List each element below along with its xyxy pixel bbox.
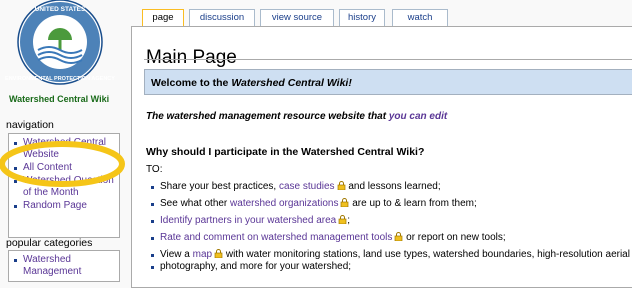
- welcome-text: Welcome to the Watershed Central Wiki!: [151, 77, 352, 89]
- welcome-banner: Welcome to the Watershed Central Wiki!: [144, 69, 632, 95]
- epa-logo[interactable]: UNITED STATES ENVIRONMENTAL PROTECTION A…: [0, 0, 124, 103]
- site-caption[interactable]: Watershed Central Wiki: [9, 94, 109, 104]
- popular-categories-box: Watershed Management: [8, 250, 120, 282]
- why-heading: Why should I participate in the Watershe…: [146, 146, 425, 158]
- tab-history[interactable]: history: [339, 9, 385, 26]
- seal-text-bottom: ENVIRONMENTAL PROTECTION AGENCY: [5, 76, 115, 82]
- tagline: The watershed management resource websit…: [146, 111, 448, 122]
- welcome-wiki-name: Watershed Central Wiki!: [231, 77, 352, 89]
- navigation-box: Watershed Central Website All Content Wa…: [8, 133, 120, 238]
- to-label: TO:: [146, 164, 163, 175]
- sidebar: UNITED STATES ENVIRONMENTAL PROTECTION A…: [0, 0, 124, 282]
- identify-partners-link[interactable]: Identify partners in your watershed area: [160, 215, 336, 226]
- nav-item-random-page[interactable]: Random Page: [13, 200, 119, 212]
- list-item: Rate and comment on watershed management…: [150, 232, 630, 244]
- case-studies-link[interactable]: case studies: [279, 181, 335, 192]
- watershed-organizations-link[interactable]: watershed organizations: [230, 198, 338, 209]
- lock-icon: [395, 232, 403, 241]
- content-area: Main Page Welcome to the Watershed Centr…: [131, 26, 632, 288]
- tab-view-source[interactable]: view source: [260, 9, 334, 26]
- title-divider: [144, 59, 632, 60]
- tab-page[interactable]: page: [142, 9, 184, 26]
- seal-text-top: UNITED STATES: [35, 6, 86, 13]
- rate-tools-link[interactable]: Rate and comment on watershed management…: [160, 232, 392, 243]
- tab-discussion[interactable]: discussion: [189, 9, 255, 26]
- list-item: See what other watershed organizations a…: [150, 198, 630, 210]
- lock-icon: [338, 215, 347, 224]
- list-item: Share your best practices, case studies …: [150, 181, 630, 193]
- popular-categories-title: popular categories: [6, 237, 93, 249]
- epa-seal-icon: UNITED STATES ENVIRONMENTAL PROTECTION A…: [5, 0, 115, 85]
- nav-item-watershed-central-website[interactable]: Watershed Central Website: [13, 137, 119, 161]
- you-can-edit-link[interactable]: you can edit: [389, 111, 447, 122]
- page-title: Main Page: [146, 46, 237, 68]
- lock-icon: [337, 181, 345, 190]
- reasons-list: Share your best practices, case studies …: [150, 181, 630, 278]
- list-item: View a map with water monitoring station…: [150, 249, 630, 261]
- navigation-title: navigation: [6, 119, 54, 131]
- list-item: Identify partners in your watershed area…: [150, 215, 630, 227]
- nav-item-all-content[interactable]: All Content: [13, 162, 119, 174]
- category-item-watershed-management[interactable]: Watershed Management: [13, 254, 119, 278]
- tab-watch[interactable]: watch: [392, 9, 448, 26]
- lock-icon: [214, 249, 223, 258]
- map-link[interactable]: map: [193, 249, 212, 260]
- list-item-continuation: photography, and more for your watershed…: [150, 261, 630, 273]
- nav-item-watershed-question[interactable]: Watershed Question of the Month: [13, 175, 119, 199]
